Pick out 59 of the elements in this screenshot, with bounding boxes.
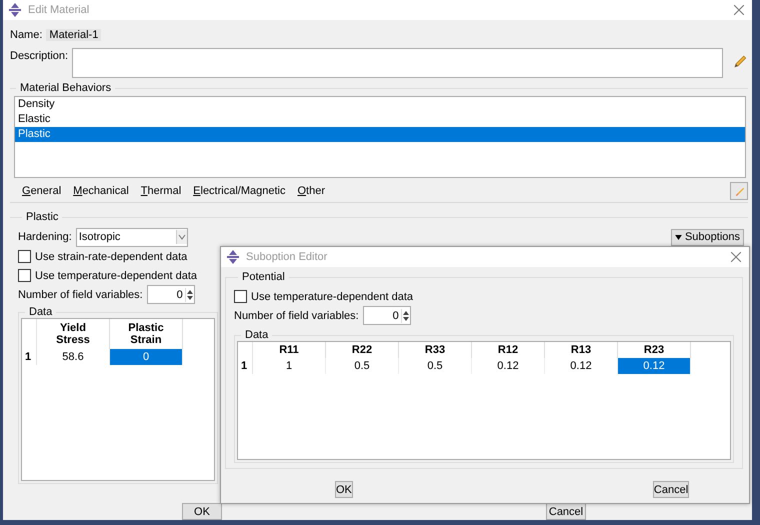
list-item[interactable]: Elastic <box>15 112 745 127</box>
group-title: Data <box>28 306 54 318</box>
menu-item[interactable]: Other <box>297 185 326 197</box>
ok-button[interactable]: OK <box>335 481 353 498</box>
suboptions-button[interactable]: Suboptions <box>670 228 744 246</box>
row-number: 1 <box>22 349 37 365</box>
table-cell[interactable]: 0 <box>110 349 183 365</box>
ok-button[interactable]: OK <box>182 503 222 520</box>
name-label: Name: <box>10 29 42 41</box>
table-cell[interactable]: 0.12 <box>472 358 545 374</box>
app-logo-icon <box>8 3 22 17</box>
checkbox[interactable] <box>18 250 31 263</box>
checkbox-label: Use temperature-dependent data <box>251 290 414 302</box>
window-title: Edit Material <box>28 4 90 16</box>
checkbox-label: Use temperature-dependent data <box>35 270 198 282</box>
pencil-icon[interactable] <box>732 54 748 70</box>
menu-item[interactable]: Mechanical <box>73 185 129 197</box>
checkbox-label: Use strain-rate-dependent data <box>35 250 188 262</box>
column-header: R22 <box>326 342 399 358</box>
window-title: Suboption Editor <box>246 251 328 263</box>
group-title: Material Behaviors <box>19 82 112 94</box>
close-icon[interactable] <box>734 5 744 15</box>
cancel-button[interactable]: Cancel <box>652 481 690 498</box>
spin-field[interactable]: 0 <box>146 285 195 304</box>
hardening-label: Hardening: <box>18 231 72 243</box>
spinner-arrows-icon[interactable] <box>184 288 194 302</box>
checkbox[interactable] <box>18 269 31 282</box>
column-header: Yield Stress <box>37 319 110 349</box>
field-label: Number of field variables: <box>18 288 143 300</box>
column-header: R33 <box>399 342 472 358</box>
menu-item[interactable]: General <box>22 185 62 197</box>
column-header: R11 <box>253 342 326 358</box>
checkbox[interactable] <box>234 290 247 303</box>
spin-field[interactable]: 0 <box>362 306 411 325</box>
chevron-down-icon[interactable] <box>176 230 187 244</box>
group-title: Plastic <box>25 211 60 223</box>
table-cell[interactable]: 1 <box>253 358 326 374</box>
column-header: R12 <box>472 342 545 358</box>
hardening-dropdown[interactable]: Isotropic <box>76 228 188 246</box>
table-cell[interactable]: 0.5 <box>399 358 472 374</box>
group-title: Potential <box>241 271 286 283</box>
description-label: Description: <box>10 49 68 62</box>
menu-item[interactable]: Electrical/Magnetic <box>193 185 286 197</box>
table-cell[interactable]: 0.12 <box>618 358 691 374</box>
app-logo-icon <box>226 250 240 264</box>
group-title: Data <box>244 329 270 341</box>
list-item[interactable]: Plastic <box>15 127 745 142</box>
spinner-arrows-icon[interactable] <box>400 308 410 322</box>
caret-down-icon <box>674 234 682 240</box>
list-item[interactable]: Density <box>15 97 745 112</box>
column-header: R13 <box>545 342 618 358</box>
field-label: Number of field variables: <box>234 310 359 322</box>
menu-item[interactable]: Thermal <box>140 185 182 197</box>
close-icon[interactable] <box>731 252 741 262</box>
table-cell[interactable]: 0.5 <box>326 358 399 374</box>
name-value: Material-1 <box>46 29 102 41</box>
row-number: 1 <box>238 358 253 374</box>
description-field[interactable] <box>72 48 724 78</box>
cancel-button[interactable]: Cancel <box>546 503 586 520</box>
